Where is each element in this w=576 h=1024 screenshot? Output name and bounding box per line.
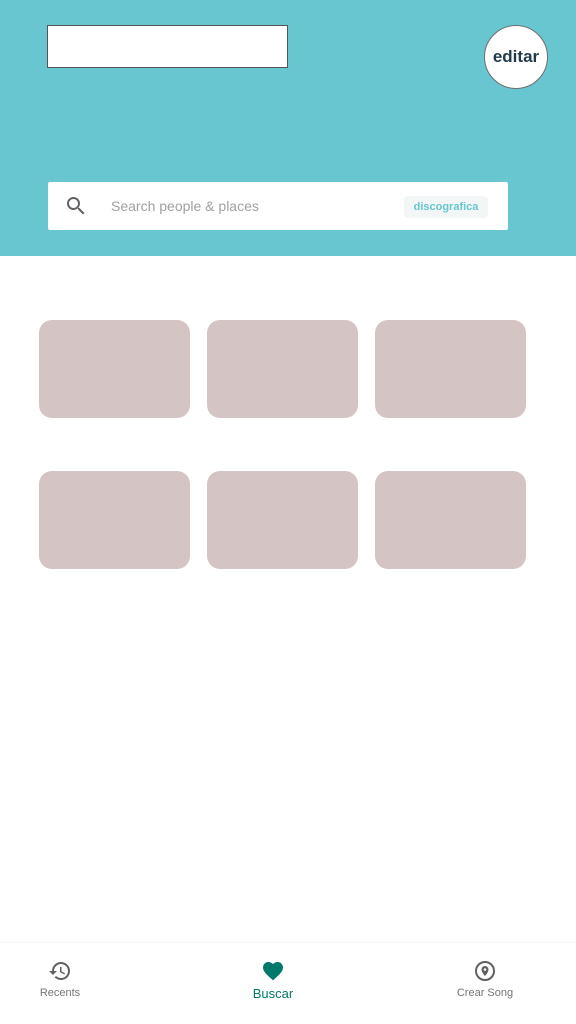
bottom-navigation: Recents Buscar Crear Song — [0, 943, 576, 1024]
nav-label-recents: Recents — [39, 987, 81, 999]
nav-item-buscar[interactable]: Buscar — [213, 959, 333, 1015]
edit-button[interactable]: editar — [484, 25, 548, 89]
nav-item-recents[interactable]: Recents — [0, 959, 120, 1015]
search-icon[interactable] — [64, 194, 88, 218]
nav-item-crear-song[interactable]: Crear Song — [425, 959, 545, 1015]
heart-icon — [263, 962, 283, 981]
grid-tile[interactable] — [39, 471, 190, 569]
grid-tile[interactable] — [207, 471, 358, 569]
nav-label-buscar: Buscar — [252, 986, 294, 1001]
app-header: editar discografica — [0, 0, 576, 256]
grid-tile[interactable] — [375, 471, 526, 569]
nav-label-crear-song: Crear Song — [456, 987, 514, 999]
grid-tile[interactable] — [207, 320, 358, 418]
grid-tile[interactable] — [375, 320, 526, 418]
grid-tile[interactable] — [39, 320, 190, 418]
search-input[interactable] — [111, 194, 391, 218]
history-icon — [49, 962, 70, 980]
location-pin-icon — [475, 961, 495, 981]
title-field[interactable] — [47, 25, 288, 68]
search-bar: discografica — [48, 182, 508, 230]
discografica-chip[interactable]: discografica — [404, 196, 488, 218]
